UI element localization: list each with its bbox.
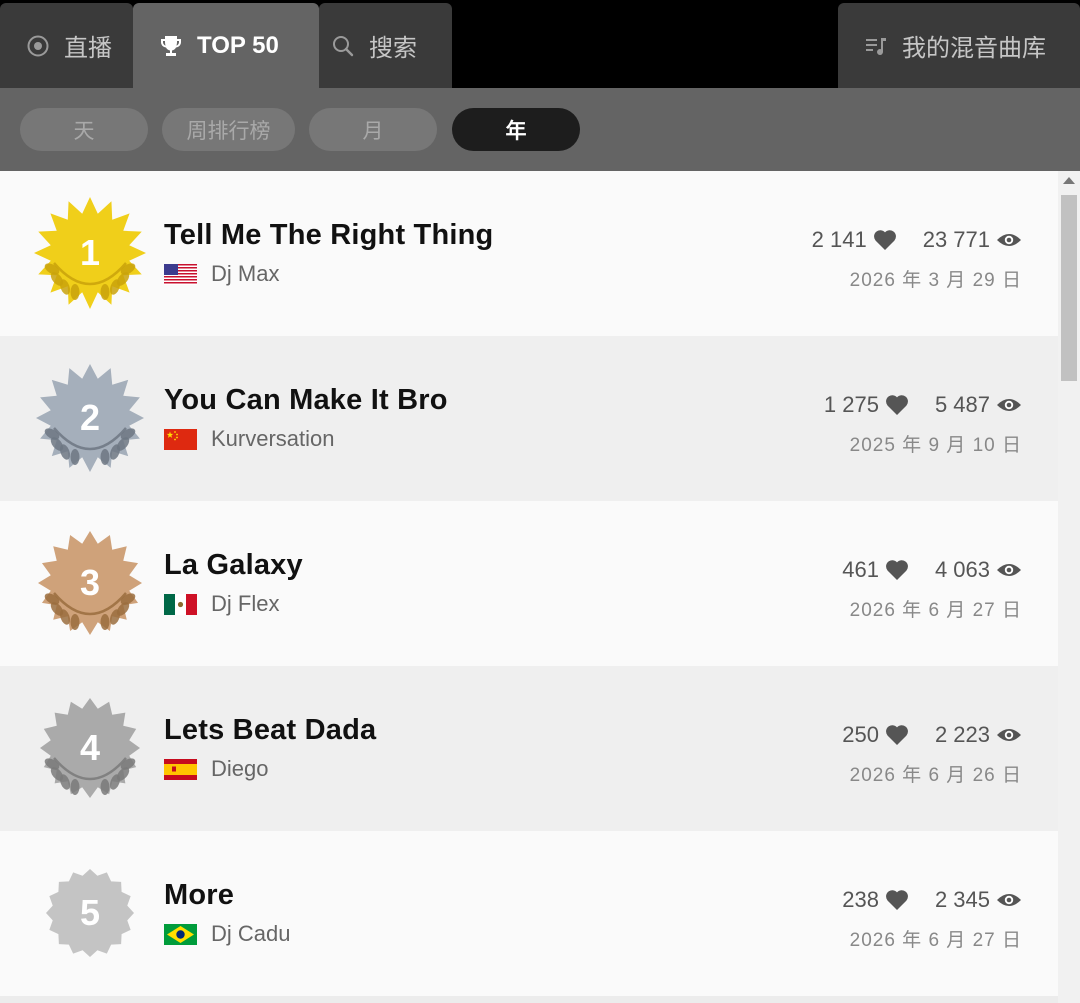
likes-count: 1 275: [823, 392, 879, 417]
tab-my-mixes[interactable]: 我的混音曲库: [838, 3, 1080, 88]
artist-name[interactable]: Dj Max: [211, 261, 279, 287]
upload-date: 2025 年 9 月 10 日: [849, 435, 1022, 456]
views-count: 23 771: [922, 227, 990, 252]
track-stats: 1 275 5 487: [824, 392, 1022, 418]
trophy-icon: [159, 34, 183, 58]
chart-row[interactable]: 4 Lets Beat Dada Diego 250 2 223 2026 年 …: [0, 666, 1058, 831]
brazil-flag-icon: [164, 923, 211, 945]
artist-name[interactable]: Kurversation: [211, 426, 335, 452]
artist-line: Dj Flex: [164, 591, 279, 617]
artist-line: Dj Cadu: [164, 921, 290, 947]
upload-date: 2026 年 6 月 27 日: [849, 930, 1022, 951]
track-stats: 238 2 345: [842, 887, 1022, 913]
china-flag-icon: [164, 428, 211, 450]
scroll-thumb[interactable]: [1061, 195, 1077, 381]
tab-live[interactable]: 直播: [0, 3, 133, 88]
tab-search-label: 搜索: [369, 35, 417, 62]
artist-name[interactable]: Dj Flex: [211, 591, 279, 617]
track-title[interactable]: La Galaxy: [164, 549, 303, 582]
views-count: 2 345: [934, 887, 990, 912]
rank-number: 2: [79, 397, 101, 438]
eye-icon: [996, 726, 1022, 744]
artist-line: Dj Max: [164, 261, 279, 287]
likes-count: 461: [842, 557, 879, 582]
artist-name[interactable]: Diego: [211, 756, 268, 782]
heart-icon[interactable]: [885, 724, 909, 746]
track-stats: 461 4 063: [842, 557, 1022, 583]
rank-number: 3: [79, 562, 101, 603]
heart-icon[interactable]: [885, 889, 909, 911]
chart-row[interactable]: 3 La Galaxy Dj Flex 461 4 063 2026 年 6 月…: [0, 501, 1058, 666]
us-flag-icon: [164, 263, 211, 285]
chart-row[interactable]: 5 More Dj Cadu 238 2 345 2026 年 6 月 27 日: [0, 831, 1058, 996]
track-title[interactable]: You Can Make It Bro: [164, 384, 448, 417]
track-stats: 2 141 23 771: [812, 227, 1022, 253]
tab-live-label: 直播: [64, 35, 112, 62]
artist-name[interactable]: Dj Cadu: [211, 921, 290, 947]
track-title[interactable]: Tell Me The Right Thing: [164, 219, 493, 252]
chart-row[interactable]: 1 Tell Me The Right Thing Dj Max 2 141 2…: [0, 171, 1058, 336]
views-count: 4 063: [934, 557, 990, 582]
tab-top50[interactable]: TOP 50: [133, 3, 319, 88]
period-filter-bar: 天 周排行榜 月 年: [0, 88, 1080, 171]
tab-search[interactable]: 搜索: [319, 3, 452, 88]
track-title[interactable]: Lets Beat Dada: [164, 714, 376, 747]
eye-icon: [996, 396, 1022, 414]
scroll-up-arrow-icon[interactable]: [1063, 177, 1075, 184]
artist-line: Diego: [164, 756, 268, 782]
music-playlist-icon: [864, 34, 888, 58]
eye-icon: [996, 231, 1022, 249]
heart-icon[interactable]: [873, 229, 897, 251]
top-navigation: 直播 TOP 50 搜索 我的混音曲库: [0, 0, 1080, 88]
rank-badge: 4: [34, 692, 146, 804]
upload-date: 2026 年 3 月 29 日: [849, 270, 1022, 291]
heart-icon[interactable]: [885, 394, 909, 416]
likes-count: 238: [842, 887, 879, 912]
rank-badge: 2: [34, 362, 146, 474]
rank-number: 5: [79, 892, 101, 933]
scrollbar[interactable]: [1058, 171, 1080, 1003]
tab-top50-label: TOP 50: [197, 31, 279, 59]
heart-icon[interactable]: [885, 559, 909, 581]
upload-date: 2026 年 6 月 27 日: [849, 600, 1022, 621]
rank-number: 4: [79, 727, 101, 768]
likes-count: 2 141: [811, 227, 867, 252]
rank-number: 1: [79, 232, 101, 273]
eye-icon: [996, 891, 1022, 909]
radio-button-icon: [26, 34, 50, 58]
spain-flag-icon: [164, 758, 211, 780]
artist-line: Kurversation: [164, 426, 335, 452]
period-week-button[interactable]: 周排行榜: [162, 108, 295, 151]
views-count: 2 223: [934, 722, 990, 747]
period-year-button[interactable]: 年: [452, 108, 580, 151]
search-icon: [331, 34, 355, 58]
period-day-button[interactable]: 天: [20, 108, 148, 151]
track-stats: 250 2 223: [842, 722, 1022, 748]
views-count: 5 487: [934, 392, 990, 417]
period-month-button[interactable]: 月: [309, 108, 437, 151]
track-title[interactable]: More: [164, 879, 234, 912]
top50-list: 1 Tell Me The Right Thing Dj Max 2 141 2…: [0, 171, 1058, 1003]
tab-my-mixes-label: 我的混音曲库: [902, 35, 1046, 62]
upload-date: 2026 年 6 月 26 日: [849, 765, 1022, 786]
likes-count: 250: [842, 722, 879, 747]
eye-icon: [996, 561, 1022, 579]
chart-row[interactable]: 2 You Can Make It Bro Kurversation 1 275…: [0, 336, 1058, 501]
rank-badge: 1: [34, 197, 146, 309]
rank-badge: 5: [34, 857, 146, 969]
mexico-flag-icon: [164, 593, 211, 615]
rank-badge: 3: [34, 527, 146, 639]
